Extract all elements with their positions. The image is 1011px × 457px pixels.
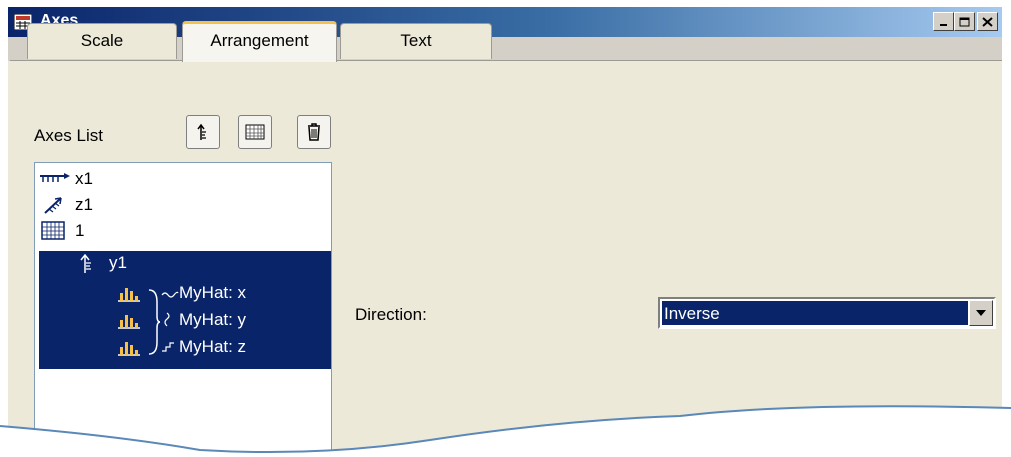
x-axis-icon bbox=[40, 173, 70, 182]
torn-edge bbox=[0, 405, 1011, 457]
direction-dropdown-button[interactable] bbox=[969, 300, 993, 326]
direction-select[interactable]: Inverse bbox=[658, 297, 996, 329]
list-item-label: MyHat: x bbox=[179, 283, 247, 302]
maximize-button[interactable] bbox=[954, 12, 975, 31]
bar-chart-icon bbox=[118, 315, 140, 329]
z-axis-icon bbox=[44, 197, 62, 214]
axes-list-label: Axes List bbox=[34, 126, 103, 145]
tab-scale[interactable]: Scale bbox=[27, 23, 177, 59]
direction-select-value-area: Inverse bbox=[662, 301, 968, 325]
minimize-button[interactable] bbox=[933, 12, 954, 31]
close-button[interactable] bbox=[977, 12, 998, 31]
direction-label: Direction: bbox=[355, 305, 427, 324]
tab-text[interactable]: Text bbox=[340, 23, 492, 59]
minimize-icon bbox=[939, 23, 947, 26]
bracket-icon bbox=[148, 289, 161, 355]
tab-label: Scale bbox=[80, 31, 124, 50]
new-axis-system-button[interactable] bbox=[238, 115, 272, 149]
maximize-icon bbox=[959, 17, 970, 26]
curve-z-icon bbox=[162, 342, 174, 352]
delete-axis-button[interactable] bbox=[297, 115, 331, 149]
tab-label: Arrangement bbox=[210, 31, 309, 50]
list-item-label: MyHat: z bbox=[179, 337, 247, 356]
delete-icon bbox=[308, 123, 320, 141]
new-axis-button[interactable] bbox=[186, 115, 220, 149]
tab-label: Text bbox=[400, 31, 432, 50]
axis-system-icon bbox=[41, 221, 65, 240]
close-icon bbox=[982, 16, 993, 27]
bar-chart-icon bbox=[118, 288, 140, 302]
bar-chart-icon bbox=[118, 342, 140, 356]
list-item-label: x1 bbox=[75, 169, 93, 188]
y-axis-icon bbox=[80, 254, 91, 273]
new-axis-system-icon bbox=[245, 124, 265, 140]
curve-y-icon bbox=[164, 312, 170, 327]
list-item-label: z1 bbox=[75, 195, 93, 214]
tab-arrangement[interactable]: Arrangement bbox=[182, 21, 337, 62]
direction-select-value: Inverse bbox=[664, 304, 720, 323]
chevron-down-icon bbox=[976, 310, 986, 316]
list-item-label: y1 bbox=[109, 253, 127, 272]
new-axis-icon bbox=[197, 123, 206, 140]
curve-x-icon bbox=[161, 291, 179, 298]
list-item-label: MyHat: y bbox=[179, 310, 247, 329]
list-item-label: 1 bbox=[75, 221, 85, 240]
axes-dialog: Axes Scale Arrangement Text Axes List x1… bbox=[0, 0, 1011, 457]
